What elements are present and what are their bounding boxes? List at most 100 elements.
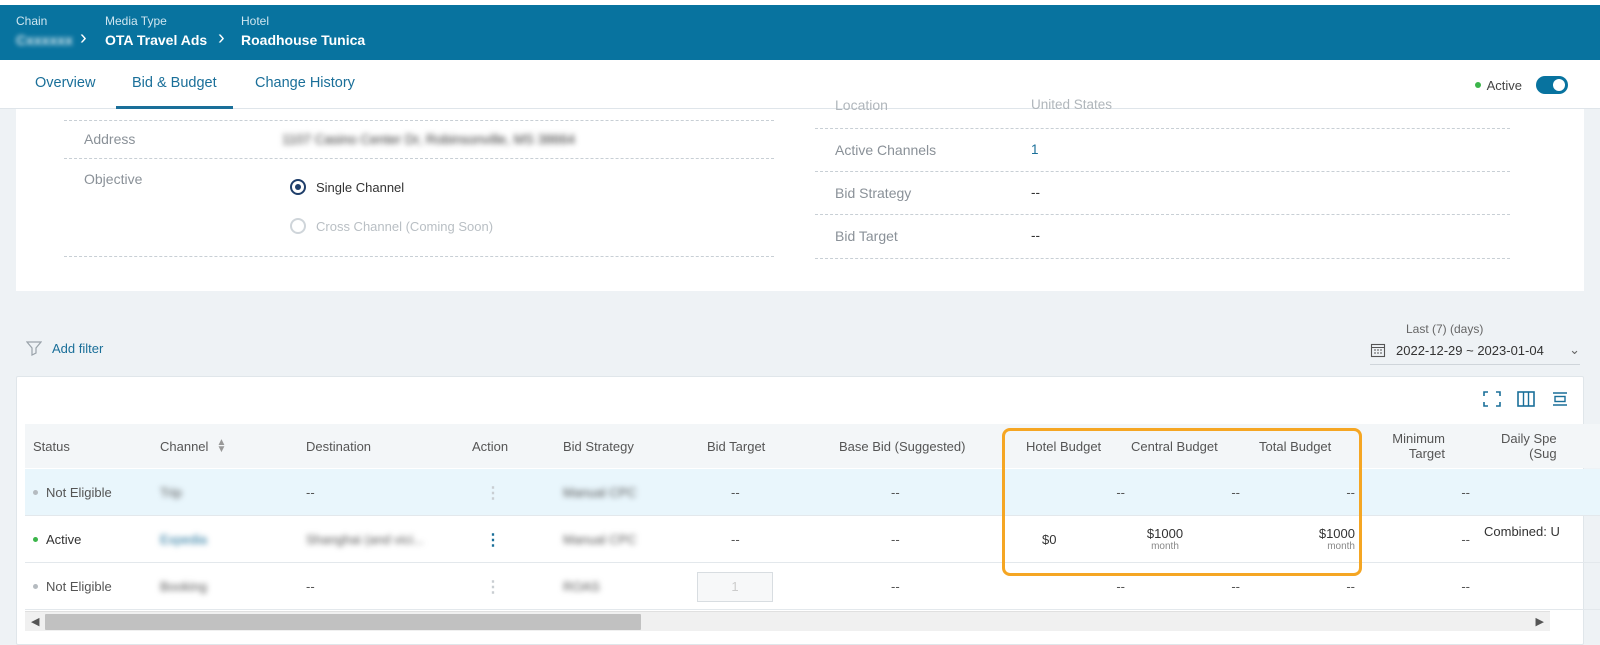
action-cell[interactable]: ⋮ (485, 563, 501, 610)
scroll-right-icon[interactable]: ▶ (1536, 615, 1544, 628)
more-vertical-icon[interactable]: ⋮ (485, 483, 501, 503)
table-row[interactable]: Active Expedia Shanghai (and vici... ⋮ M… (25, 516, 1600, 563)
chevron-down-icon: ⌄ (1569, 342, 1580, 357)
col-channel[interactable]: Channel ▲ ▼ (160, 424, 226, 468)
more-vertical-icon[interactable]: ⋮ (485, 530, 501, 550)
status-dot-icon (1474, 82, 1481, 88)
date-range-value: 2022-12-29 ~ 2023-01-04 (1396, 342, 1544, 358)
address-value: 1107 Casino Center Dr, Robinsonville, MS… (282, 132, 576, 147)
breadcrumb-hotel-label: Hotel (241, 14, 270, 28)
status-dot-icon (33, 584, 38, 589)
breadcrumb-media-type-label: Media Type (105, 14, 167, 28)
active-toggle[interactable] (1536, 76, 1568, 94)
date-range-picker[interactable]: Last (7) (days) 2022-12-29 ~ 2023-01-04 … (1370, 322, 1580, 365)
status-dot-icon (33, 537, 38, 542)
total-budget-cell: -- (1346, 485, 1355, 500)
col-central-budget: Central Budget (1131, 438, 1218, 454)
location-value: United States (1031, 97, 1113, 112)
col-daily-spend-line1: Daily Spe (1501, 431, 1557, 446)
scroll-left-icon[interactable]: ◀ (31, 615, 39, 628)
status-toggle-group: Active (1474, 76, 1568, 94)
status-cell: Active (33, 516, 81, 563)
more-vertical-icon[interactable]: ⋮ (485, 577, 501, 597)
bid-strategy-cell: Manual CPC (563, 532, 637, 547)
daily-spend-cell: Combined: U (1484, 524, 1560, 539)
breadcrumb-media-type[interactable]: Media Type OTA Travel Ads (105, 14, 207, 48)
columns-icon[interactable] (1516, 390, 1536, 408)
central-budget-cell: -- (1231, 485, 1240, 500)
bid-target-input[interactable]: 1 (697, 571, 773, 602)
col-daily-spend-line2: (Sug (1529, 446, 1557, 461)
info-row-objective: Objective Single Channel Cross Channel (… (64, 159, 774, 257)
radio-single-channel[interactable]: Single Channel (290, 179, 404, 195)
tab-change-history[interactable]: Change History (255, 60, 355, 109)
breadcrumb-hotel-value: Roadhouse Tunica (241, 32, 366, 48)
breadcrumb-chain[interactable]: Chain Cxxxxxx (16, 14, 73, 48)
scrollbar-thumb[interactable] (45, 614, 641, 630)
channel-cell[interactable]: Trip (160, 469, 182, 516)
chevron-right-icon: › (218, 27, 225, 49)
table-header: Status Channel ▲ ▼ Destination Action Bid… (25, 424, 1600, 468)
col-total-budget: Total Budget (1259, 438, 1332, 454)
radio-single-channel-label: Single Channel (316, 179, 405, 195)
total-budget-value: $1000 (1318, 525, 1355, 541)
total-budget-unit: month (1327, 540, 1355, 552)
destination-cell: Shanghai (and vici... (306, 532, 424, 547)
info-row-top (64, 109, 774, 121)
info-row-location: Location United States (815, 97, 1510, 129)
bid-strategy-cell: Manual CPC (563, 485, 637, 500)
channel-cell[interactable]: Expedia (160, 516, 207, 563)
status-label: Active (1486, 77, 1522, 93)
col-status: Status (33, 438, 70, 454)
hotel-budget-cell: $0 (1042, 532, 1057, 547)
hotel-budget-cell: -- (1116, 579, 1125, 594)
chevron-right-icon: › (80, 27, 87, 49)
status-cell: Not Eligible (33, 563, 112, 610)
breadcrumb-chain-label: Chain (16, 14, 48, 28)
bid-target-label: Bid Target (835, 228, 898, 244)
status-dot-icon (33, 490, 38, 495)
col-daily-spend: Daily Spe (Sug (1501, 424, 1557, 468)
col-destination: Destination (306, 438, 372, 454)
table-row[interactable]: Not Eligible Trip -- ⋮ Manual CPC -- -- … (25, 469, 1600, 516)
date-range-caption: Last (7) (days) (1406, 322, 1484, 336)
col-bid-strategy: Bid Strategy (563, 438, 634, 454)
col-hotel-budget: Hotel Budget (1026, 438, 1102, 454)
central-budget-cell: -- (1231, 579, 1240, 594)
action-cell[interactable]: ⋮ (485, 469, 501, 516)
channel-cell[interactable]: Booking (160, 563, 207, 610)
bid-target-cell: -- (731, 532, 740, 547)
bid-strategy-value: -- (1031, 185, 1040, 200)
fullscreen-icon[interactable] (1482, 390, 1502, 408)
tab-overview[interactable]: Overview (35, 60, 95, 109)
horizontal-scrollbar[interactable]: ◀ ▶ (25, 611, 1550, 631)
status-text: Not Eligible (46, 485, 112, 500)
col-minimum-target-line2: Target (1408, 446, 1445, 461)
add-filter-button[interactable]: Add filter (26, 340, 103, 356)
address-label: Address (84, 131, 136, 147)
filter-icon (26, 341, 42, 356)
total-budget-cell: -- (1346, 579, 1355, 594)
info-row-bid-strategy: Bid Strategy -- (815, 172, 1510, 215)
info-row-address: Address 1107 Casino Center Dr, Robinsonv… (64, 121, 774, 159)
table-toolbar (1482, 390, 1570, 408)
info-row-bid-target: Bid Target -- (815, 215, 1510, 259)
total-budget-cell: $1000 month (1285, 516, 1355, 563)
row-density-icon[interactable] (1550, 390, 1570, 408)
col-base-bid: Base Bid (Suggested) (839, 438, 966, 454)
radio-cross-channel-label: Cross Channel (Coming Soon) (316, 218, 494, 234)
breadcrumb-media-type-value: OTA Travel Ads (105, 32, 208, 48)
col-channel-label: Channel (160, 438, 209, 454)
bid-target-cell: -- (731, 485, 740, 500)
active-channels-value[interactable]: 1 (1031, 142, 1039, 157)
tab-bid-budget[interactable]: Bid & Budget (116, 60, 233, 109)
min-target-cell: -- (1461, 532, 1470, 547)
info-row-active-channels: Active Channels 1 (815, 129, 1510, 172)
radio-unchecked-icon (290, 218, 306, 234)
col-bid-target: Bid Target (707, 438, 766, 454)
calendar-icon (1370, 343, 1386, 358)
sort-icon[interactable]: ▲ ▼ (216, 438, 226, 455)
base-bid-cell: -- (891, 532, 900, 547)
action-cell[interactable]: ⋮ (485, 516, 501, 563)
table-row[interactable]: Not Eligible Booking -- ⋮ ROAS 1 -- -- -… (25, 563, 1600, 610)
